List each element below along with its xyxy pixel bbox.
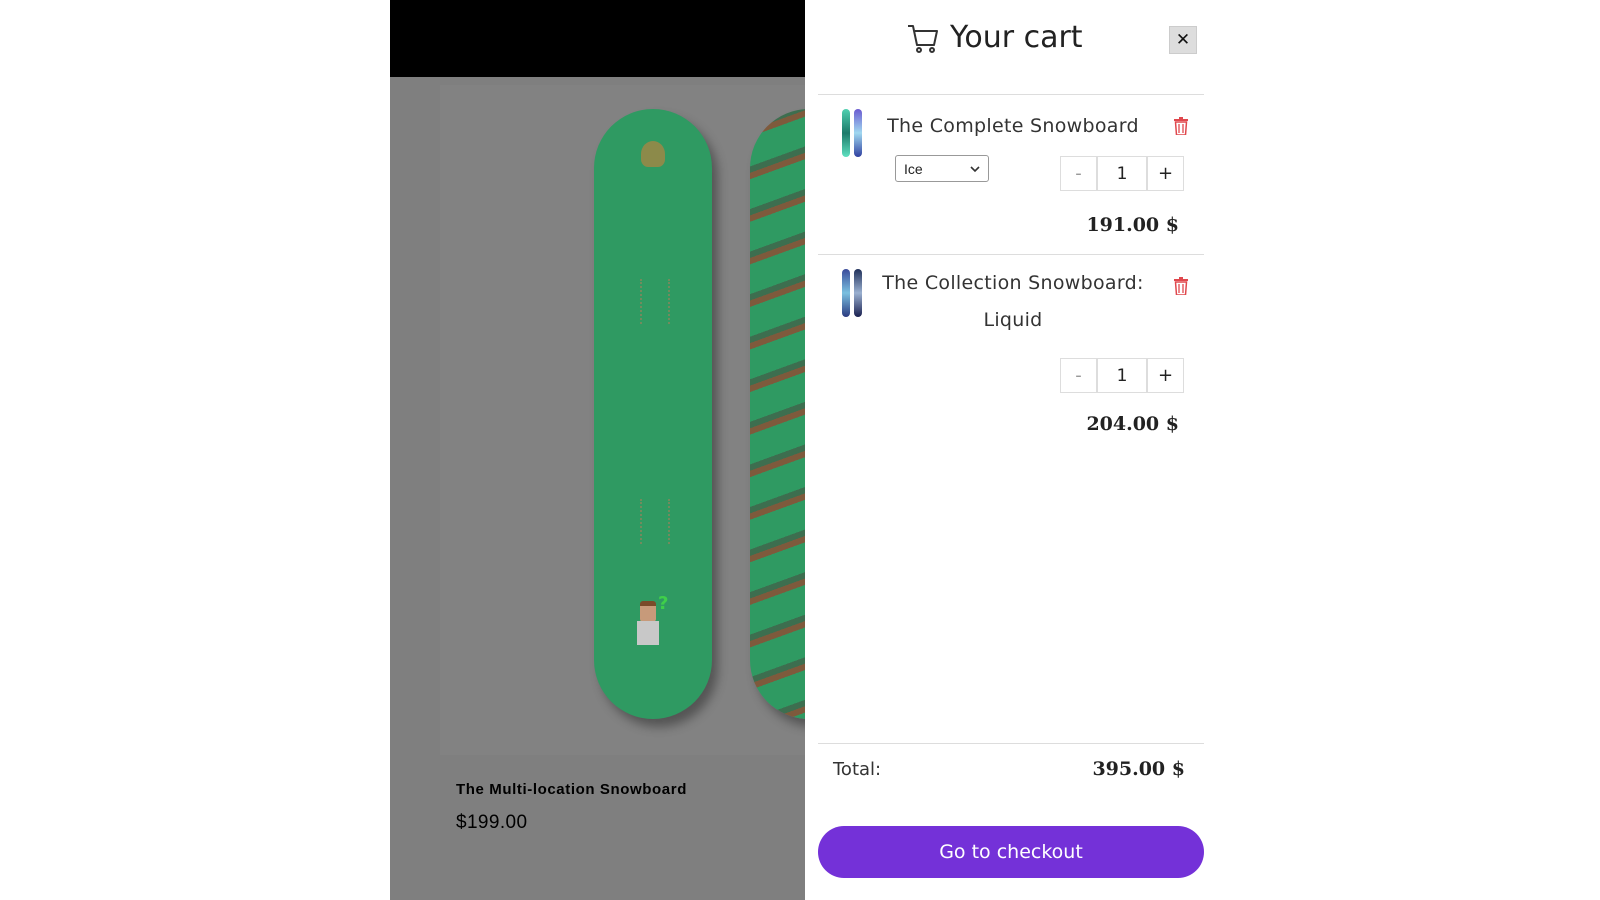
snowboard-image[interactable]: ? xyxy=(594,109,712,719)
item-price: 191.00 $ xyxy=(1086,214,1179,236)
quantity-stepper: - 1 + xyxy=(1060,358,1184,394)
trash-icon[interactable] xyxy=(1173,277,1189,295)
product-thumbnail[interactable] xyxy=(840,109,868,157)
cart-drawer: Your cart ✕ The Complete Snowboard Ice -… xyxy=(805,0,1210,900)
decrease-quantity-button[interactable]: - xyxy=(1060,358,1097,393)
checkout-button[interactable]: Go to checkout xyxy=(818,826,1204,878)
product-title[interactable]: The Multi-location Snowboard xyxy=(456,781,687,798)
trash-icon[interactable] xyxy=(1173,117,1189,135)
cart-item: The Collection Snowboard: Liquid - 1 + 2… xyxy=(818,255,1204,455)
item-price: 204.00 $ xyxy=(1086,413,1179,435)
item-name[interactable]: The Complete Snowboard xyxy=(868,108,1158,145)
quantity-value[interactable]: 1 xyxy=(1097,156,1147,191)
quantity-stepper: - 1 + xyxy=(1060,156,1184,192)
binding-marks xyxy=(640,279,670,324)
increase-quantity-button[interactable]: + xyxy=(1147,156,1184,191)
cart-header: Your cart ✕ xyxy=(805,0,1210,90)
chevron-down-icon xyxy=(970,165,980,172)
app-viewport: ? The Multi-location Snowboard $199.00 Y… xyxy=(390,0,1210,900)
total-value: 395.00 $ xyxy=(1092,758,1185,780)
cart-title-text: Your cart xyxy=(950,20,1083,55)
increase-quantity-button[interactable]: + xyxy=(1147,358,1184,393)
store-page-overlay[interactable]: ? The Multi-location Snowboard $199.00 xyxy=(390,0,805,900)
store-header xyxy=(390,0,805,77)
item-name[interactable]: The Collection Snowboard: Liquid xyxy=(868,265,1158,339)
snowboard-image-secondary[interactable] xyxy=(750,109,805,719)
cart-title: Your cart xyxy=(906,20,1083,55)
divider xyxy=(818,743,1204,744)
cart-item: The Complete Snowboard Ice - 1 + 191.00 … xyxy=(818,95,1204,252)
board-logo xyxy=(641,141,665,167)
product-thumbnail[interactable] xyxy=(840,269,868,317)
variant-value: Ice xyxy=(904,160,923,177)
cart-icon xyxy=(908,24,938,53)
binding-marks xyxy=(640,499,670,544)
quantity-value[interactable]: 1 xyxy=(1097,358,1147,393)
product-price: $199.00 xyxy=(456,812,528,833)
decrease-quantity-button[interactable]: - xyxy=(1060,156,1097,191)
close-icon[interactable]: ✕ xyxy=(1169,26,1197,54)
board-character: ? xyxy=(634,593,668,649)
total-label: Total: xyxy=(833,759,882,780)
variant-select[interactable]: Ice xyxy=(895,155,989,182)
